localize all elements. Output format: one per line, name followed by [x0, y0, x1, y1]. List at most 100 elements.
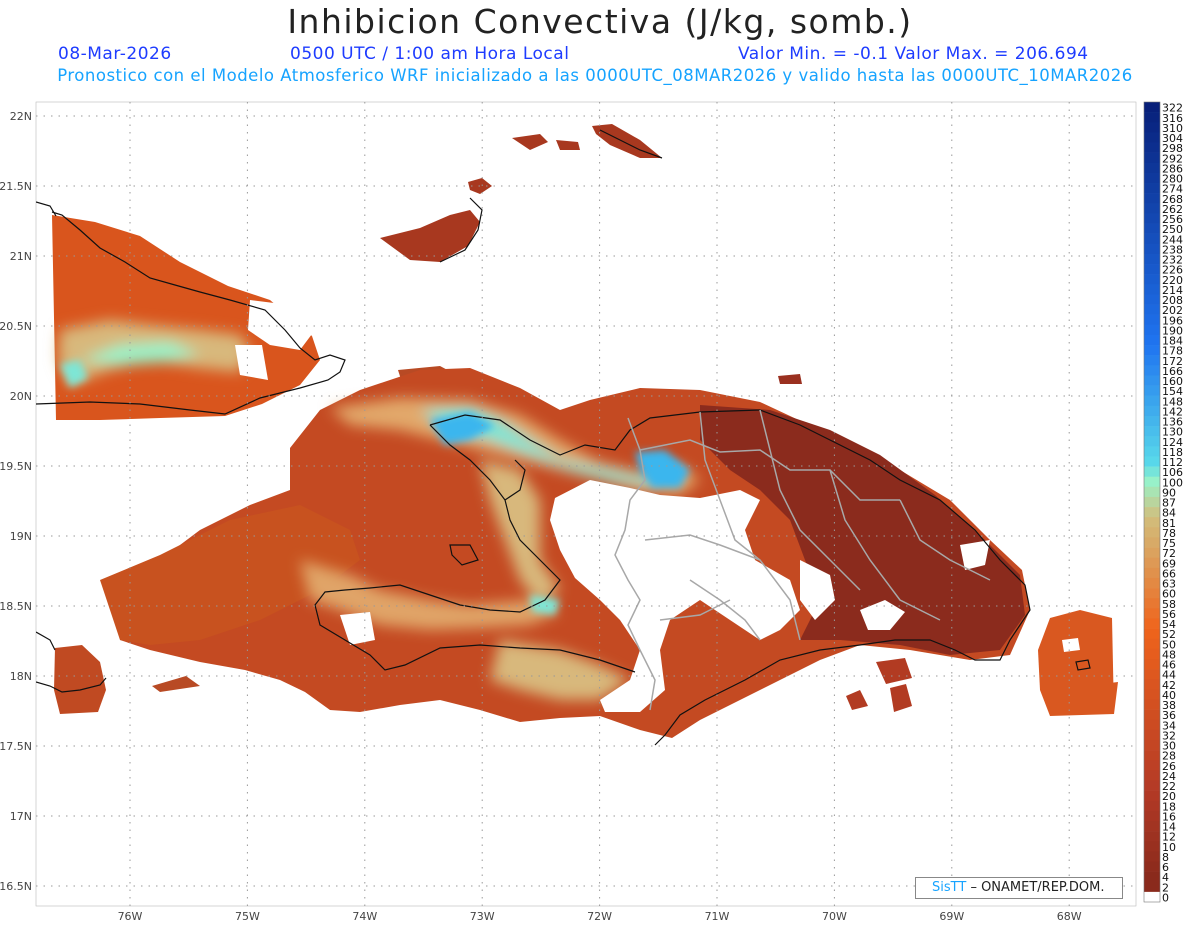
colorbar-swatch: [1144, 395, 1160, 407]
colorbar-swatch: [1144, 891, 1160, 903]
colorbar-swatch: [1144, 476, 1160, 488]
colorbar-swatch: [1144, 719, 1160, 731]
colorbar-swatch: [1144, 334, 1160, 346]
colorbar-swatch: [1144, 375, 1160, 386]
colorbar-swatch: [1144, 638, 1160, 650]
colorbar-swatch: [1144, 507, 1160, 518]
lon-label: 75W: [235, 910, 260, 923]
colorbar: 3223163103042982922862802742682622562502…: [1143, 102, 1183, 905]
colorbar-swatch: [1144, 345, 1160, 356]
colorbar-swatch: [1144, 648, 1160, 660]
colorbar-swatch: [1144, 810, 1160, 822]
colorbar-swatch: [1144, 679, 1160, 690]
colorbar-swatch: [1144, 729, 1160, 741]
colorbar-swatch: [1144, 709, 1160, 721]
colorbar-swatch: [1144, 446, 1160, 457]
longitude-labels: 76W 75W 74W 73W 72W 71W 70W 69W 68W: [118, 910, 1082, 923]
colorbar-swatch: [1144, 415, 1160, 427]
colorbar-swatch: [1144, 426, 1160, 437]
colorbar-swatch: [1144, 517, 1160, 528]
colorbar-swatch: [1144, 172, 1160, 184]
colorbar-label: 0: [1162, 892, 1169, 905]
colorbar-swatch: [1144, 689, 1160, 700]
lon-label: 70W: [822, 910, 847, 923]
colorbar-swatch: [1144, 496, 1160, 508]
colorbar-swatch: [1144, 820, 1160, 832]
colorbar-swatch: [1144, 537, 1160, 548]
colorbar-swatch: [1144, 800, 1160, 812]
latitude-labels: 22N 21.5N 21N 20.5N 20N 19.5N 19N 18.5N 18N 17.5N…: [0, 110, 32, 893]
colorbar-swatch: [1144, 385, 1160, 396]
colorbar-swatch: [1144, 770, 1160, 781]
colorbar-swatch: [1144, 324, 1160, 336]
colorbar-swatch: [1144, 365, 1160, 376]
credit-org: – ONAMET/REP.DOM.: [970, 880, 1105, 895]
colorbar-swatch: [1144, 132, 1160, 143]
colorbar-swatch: [1144, 871, 1160, 883]
colorbar-swatch: [1144, 608, 1160, 619]
map-canvas: 22N 21.5N 21N 20.5N 20N 19.5N 19N 18.5N 18N 17.5N…: [0, 102, 1183, 923]
colorbar-swatch: [1144, 486, 1160, 498]
lat-label: 16.5N: [0, 880, 32, 893]
colorbar-swatch: [1144, 112, 1160, 123]
lon-label: 68W: [1057, 910, 1082, 923]
colorbar-swatch: [1144, 233, 1160, 245]
colorbar-swatch: [1144, 162, 1160, 174]
colorbar-swatch: [1144, 122, 1160, 133]
colorbar-swatch: [1144, 456, 1160, 467]
colorbar-swatch: [1144, 588, 1160, 599]
colorbar-swatch: [1144, 405, 1160, 417]
weather-map-page: Inhibicion Convectiva (J/kg, somb.) 08-M…: [0, 0, 1200, 927]
credit-box: SisTT – ONAMET/REP.DOM.: [915, 877, 1123, 899]
colorbar-swatch: [1144, 436, 1160, 447]
colorbar-swatch: [1144, 355, 1160, 366]
lat-label: 21N: [10, 250, 32, 263]
colorbar-swatch: [1144, 851, 1160, 862]
lon-label: 76W: [118, 910, 143, 923]
colorbar-swatch: [1144, 183, 1160, 194]
lon-label: 71W: [705, 910, 730, 923]
lat-label: 19.5N: [0, 460, 32, 473]
colorbar-swatch: [1144, 577, 1160, 589]
lat-label: 21.5N: [0, 180, 32, 193]
colorbar-swatch: [1144, 831, 1160, 842]
colorbar-swatch: [1144, 750, 1160, 761]
colorbar-swatch: [1144, 253, 1160, 265]
lon-label: 74W: [352, 910, 377, 923]
colorbar-swatch: [1144, 102, 1160, 113]
colorbar-swatch: [1144, 274, 1160, 285]
lon-label: 73W: [470, 910, 495, 923]
lon-label: 72W: [587, 910, 612, 923]
colorbar-swatch: [1144, 294, 1160, 305]
colorbar-swatch: [1144, 790, 1160, 802]
colorbar-swatch: [1144, 314, 1160, 326]
colorbar-swatch: [1144, 760, 1160, 771]
lon-label: 69W: [939, 910, 964, 923]
colorbar-swatch: [1144, 658, 1160, 670]
colorbar-swatch: [1144, 699, 1160, 710]
colorbar-swatch: [1144, 547, 1160, 558]
colorbar-swatch: [1144, 861, 1160, 872]
colorbar-swatch: [1144, 142, 1160, 153]
lat-label: 19N: [10, 530, 32, 543]
lat-label: 17.5N: [0, 740, 32, 753]
lat-label: 18N: [10, 670, 32, 683]
colorbar-swatch: [1144, 598, 1160, 609]
colorbar-swatch: [1144, 669, 1160, 680]
colorbar-swatch: [1144, 466, 1160, 477]
credit-brand: SisTT: [932, 880, 967, 895]
colorbar-swatch: [1144, 223, 1160, 234]
colorbar-swatch: [1144, 203, 1160, 214]
lat-label: 20N: [10, 390, 32, 403]
lat-label: 18.5N: [0, 600, 32, 613]
colorbar-swatch: [1144, 628, 1160, 640]
lat-label: 22N: [10, 110, 32, 123]
colorbar-swatch: [1144, 780, 1160, 791]
colorbar-swatch: [1144, 739, 1160, 751]
colorbar-swatch: [1144, 618, 1160, 629]
colorbar-swatch: [1144, 152, 1160, 164]
lat-label: 20.5N: [0, 320, 32, 333]
colorbar-swatch: [1144, 557, 1160, 569]
lat-label: 17N: [10, 810, 32, 823]
colorbar-swatch: [1144, 264, 1160, 275]
